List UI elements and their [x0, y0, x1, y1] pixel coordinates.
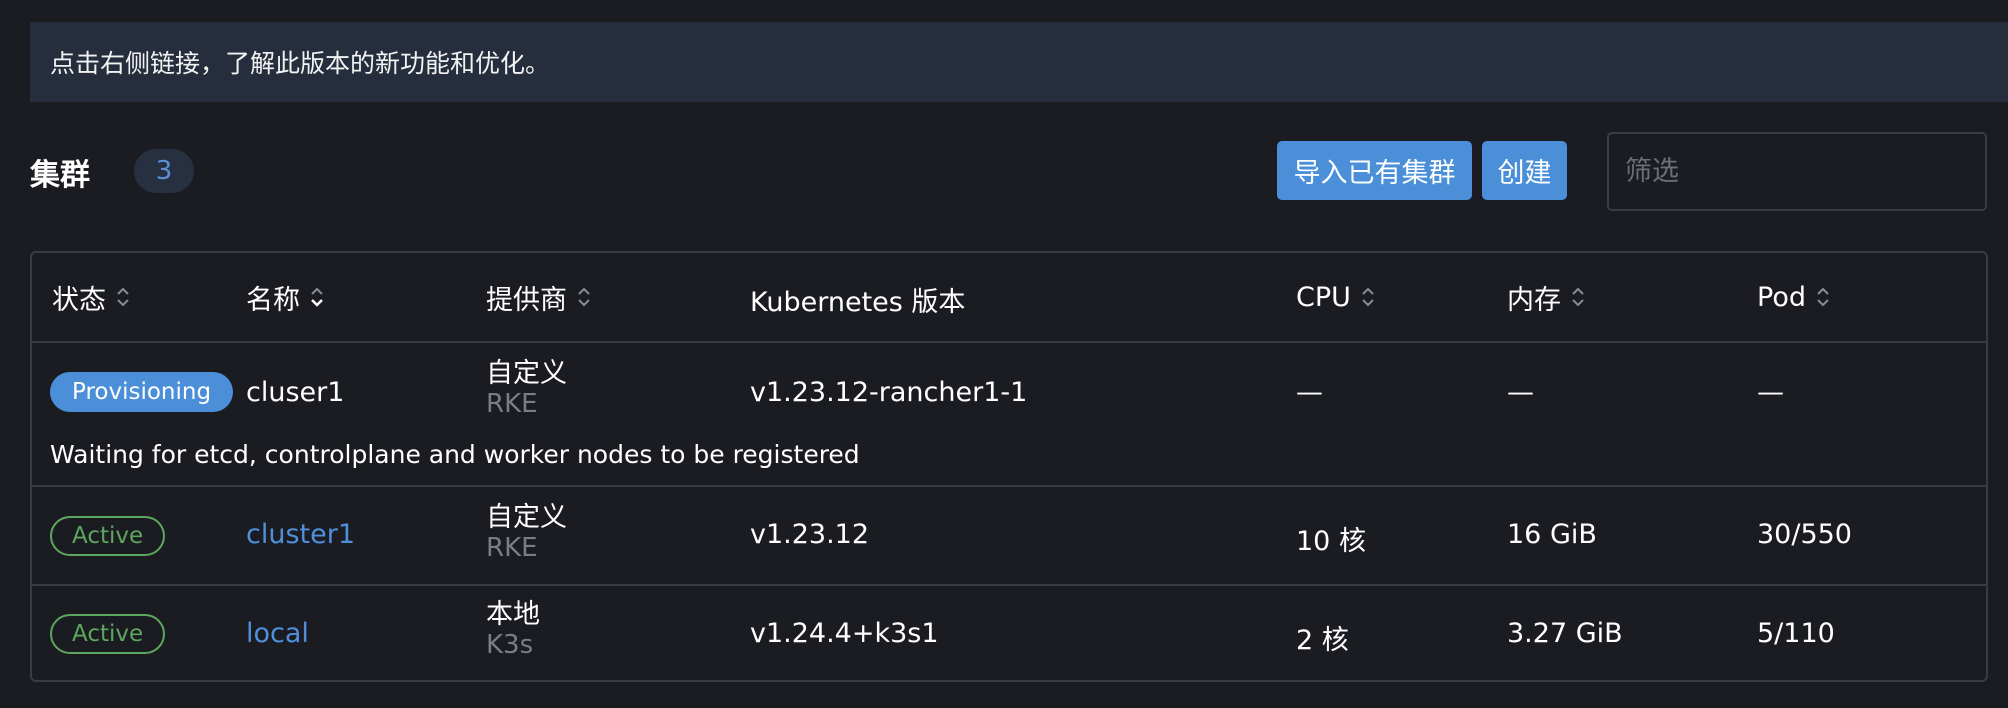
pod-value: 30/550 — [1757, 519, 1852, 550]
column-label-status: 状态 — [52, 284, 106, 316]
status-badge-active: Active — [50, 516, 166, 556]
column-label-provider: 提供商 — [486, 284, 567, 316]
provider-type: RKE — [486, 389, 538, 419]
provider-cell: 自定义 RKE — [486, 358, 567, 420]
release-notes-banner: 点击右侧链接，了解此版本的新功能和优化。 — [30, 22, 2008, 102]
pod-value: — — [1757, 377, 1784, 408]
sort-desc-icon — [310, 284, 324, 310]
column-header-name[interactable]: 名称 — [246, 253, 324, 341]
provider-cell: 自定义 RKE — [486, 502, 567, 564]
status-message: Waiting for etcd, controlplane and worke… — [50, 440, 860, 469]
pod-value: 5/110 — [1757, 618, 1835, 649]
column-label-memory: 内存 — [1507, 284, 1561, 316]
column-header-pod[interactable]: Pod — [1757, 253, 1830, 341]
sort-icon — [116, 284, 130, 310]
create-cluster-button[interactable]: 创建 — [1482, 141, 1567, 200]
clusters-table: 状态 名称 提供商 Kubernetes 版本 CPU 内存 Pod Provi… — [30, 251, 1988, 682]
memory-value: 3.27 GiB — [1507, 618, 1623, 649]
cpu-value: 2 核 — [1296, 625, 1349, 656]
table-header: 状态 名称 提供商 Kubernetes 版本 CPU 内存 Pod — [32, 253, 1986, 343]
page-title: 集群 — [30, 158, 90, 193]
column-header-status[interactable]: 状态 — [52, 253, 130, 341]
column-header-provider[interactable]: 提供商 — [486, 253, 591, 341]
memory-value: — — [1507, 377, 1534, 408]
cpu-value: 10 核 — [1296, 526, 1366, 557]
provider-name: 本地 — [486, 599, 540, 630]
column-header-memory[interactable]: 内存 — [1507, 253, 1585, 341]
memory-value: 16 GiB — [1507, 519, 1597, 550]
filter-input[interactable] — [1607, 132, 1987, 211]
k8s-version: v1.23.12 — [750, 519, 870, 550]
status-badge-provisioning: Provisioning — [50, 372, 234, 412]
provider-name: 自定义 — [486, 358, 567, 389]
k8s-version: v1.24.4+k3s1 — [750, 618, 939, 649]
column-header-k8s-version: Kubernetes 版本 — [750, 255, 965, 343]
sort-icon — [1571, 284, 1585, 310]
column-header-cpu[interactable]: CPU — [1296, 253, 1375, 341]
table-row[interactable]: Provisioning cluser1 自定义 RKE v1.23.12-ra… — [32, 343, 1986, 487]
import-cluster-button[interactable]: 导入已有集群 — [1277, 141, 1472, 200]
column-label-pod: Pod — [1757, 281, 1806, 313]
provider-type: RKE — [486, 533, 538, 563]
k8s-version: v1.23.12-rancher1-1 — [750, 377, 1028, 408]
table-row[interactable]: Active local 本地 K3s v1.24.4+k3s1 2 核 3.2… — [32, 586, 1986, 680]
provider-name: 自定义 — [486, 502, 567, 533]
provider-cell: 本地 K3s — [486, 599, 540, 661]
cluster-name-link[interactable]: local — [246, 618, 309, 649]
column-label-k8s-version: Kubernetes 版本 — [750, 286, 966, 318]
cluster-name-link[interactable]: cluster1 — [246, 519, 355, 550]
column-label-name: 名称 — [246, 284, 300, 316]
cluster-name: cluser1 — [246, 377, 345, 408]
cpu-value: — — [1296, 377, 1323, 408]
cluster-count-badge: 3 — [134, 149, 194, 193]
table-row[interactable]: Active cluster1 自定义 RKE v1.23.12 10 核 16… — [32, 487, 1986, 586]
status-badge-active: Active — [50, 614, 166, 654]
banner-text: 点击右侧链接，了解此版本的新功能和优化。 — [50, 49, 551, 78]
sort-icon — [577, 284, 591, 310]
column-label-cpu: CPU — [1296, 281, 1351, 313]
provider-type: K3s — [486, 630, 534, 660]
sort-icon — [1816, 284, 1830, 310]
sort-icon — [1361, 284, 1375, 310]
